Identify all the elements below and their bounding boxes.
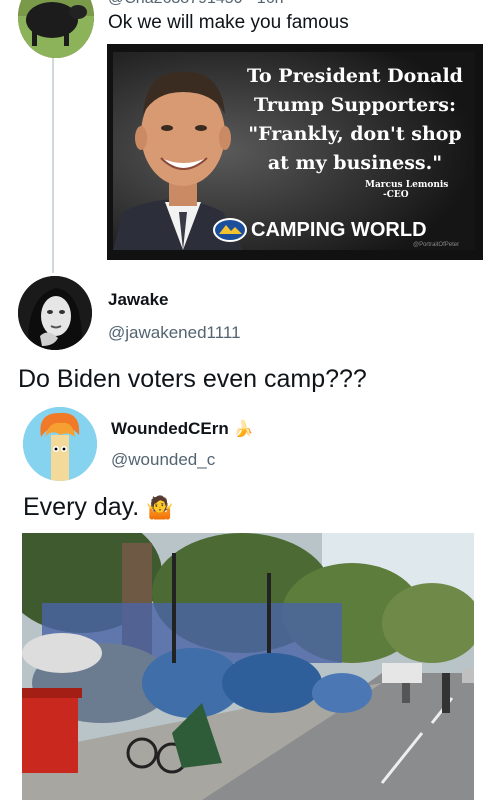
meme-line-1: To President Donald <box>247 65 463 87</box>
tweet3-display-name: WoundedCErn <box>111 419 229 438</box>
tweet2-display-name[interactable]: Jawake <box>108 290 169 310</box>
meme-line-2: Trump Supporters: <box>254 94 456 116</box>
tweet2-text: Do Biden voters even camp??? <box>18 365 367 393</box>
street-encampment-photo <box>22 533 474 800</box>
tweet1-text: Ok we will make you famous <box>108 12 349 33</box>
camping-world-logo-icon <box>213 218 247 242</box>
thread-connector <box>52 58 54 273</box>
tweet3-display-name-row[interactable]: WoundedCErn 🍌 <box>111 419 253 439</box>
tweet3-text: Every day. <box>23 493 140 521</box>
meme-credit: @PortraitOfPeter <box>413 242 460 248</box>
meme-line-4: at my business." <box>267 152 443 174</box>
shrug-emoji-icon: 🤷 <box>146 495 174 520</box>
avatar-tweet1[interactable] <box>18 0 94 58</box>
meme-line-3: "Frankly, don't shop <box>248 123 462 145</box>
tweet1-media[interactable]: To President Donald Trump Supporters: "F… <box>107 44 483 260</box>
tweet3-handle[interactable]: @wounded_c <box>111 450 215 470</box>
tweet3-text-row: Every day. 🤷 <box>23 493 174 522</box>
meme-signature: Marcus Lemonis -CEO <box>365 180 448 200</box>
meme-image: To President Donald Trump Supporters: "F… <box>113 52 475 250</box>
tweet2-handle[interactable]: @jawakened1111 <box>108 323 241 343</box>
avatar-jawake[interactable] <box>18 276 92 350</box>
meme-sig-name: Marcus Lemonis <box>365 180 449 190</box>
banana-emoji-icon: 🍌 <box>233 421 254 438</box>
avatar-image <box>23 407 97 481</box>
meme-brand-text: CAMPING WORLD <box>251 218 427 241</box>
avatar-woundedcern[interactable] <box>23 407 97 481</box>
avatar-image <box>18 0 94 58</box>
meme-headline: To President Donald Trump Supporters: "F… <box>237 62 473 178</box>
meme-sig-title: -CEO <box>383 190 409 200</box>
tweet3-media[interactable] <box>22 533 474 800</box>
avatar-image <box>18 276 92 350</box>
tweet1-handle[interactable]: @Cha2638791450 · 16h <box>108 0 284 8</box>
